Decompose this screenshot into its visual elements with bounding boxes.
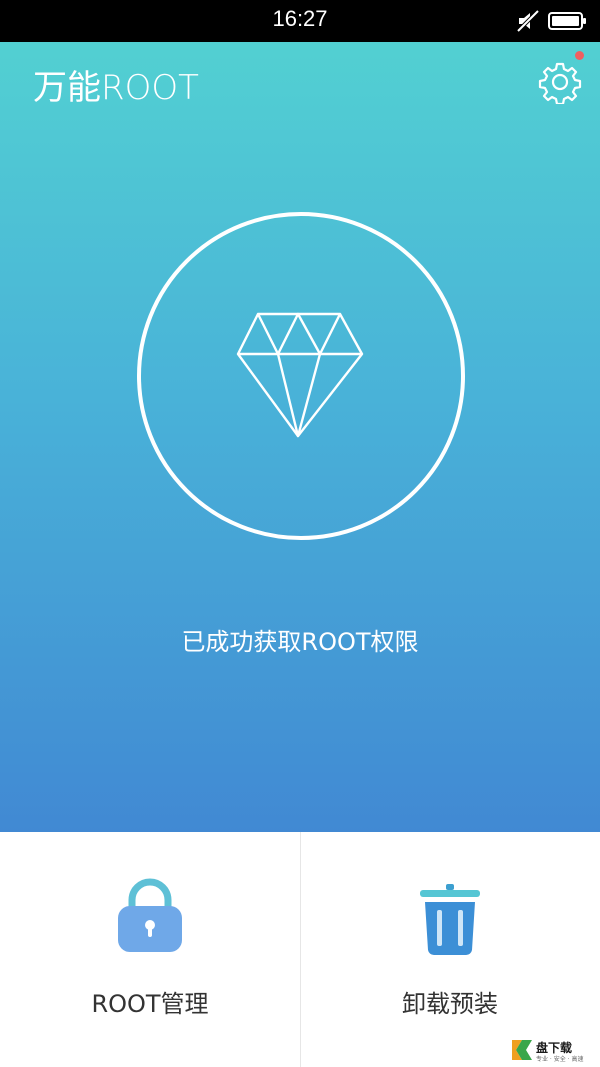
root-manage-button[interactable]: ROOT管理 [0,832,300,1067]
uninstall-preinstalled-label: 卸载预装 [402,990,498,1018]
watermark-k-icon [512,1040,532,1060]
hero-panel: 万能ROOT 已成功获取ROOT权限 [0,42,600,832]
diamond-icon [236,312,364,438]
root-status-text: 已成功获取ROOT权限 [181,628,419,656]
mute-icon [516,10,540,32]
status-time: 16:27 [272,6,328,31]
trash-icon [420,884,480,956]
watermark-logo: 盘下载 专业 · 安全 · 高速 [510,1038,598,1064]
app-title: 万能ROOT [33,68,199,108]
gear-icon[interactable] [538,60,582,104]
root-manage-label: ROOT管理 [91,990,209,1018]
action-panel: ROOT管理 卸载预装 [0,832,600,1067]
lock-icon [118,878,182,952]
status-bar: 16:27 [0,0,600,42]
uninstall-preinstalled-button[interactable]: 卸载预装 [300,832,600,1067]
notification-dot [575,51,584,60]
battery-icon [548,12,586,30]
watermark-subtext: 专业 · 安全 · 高速 [536,1056,584,1063]
